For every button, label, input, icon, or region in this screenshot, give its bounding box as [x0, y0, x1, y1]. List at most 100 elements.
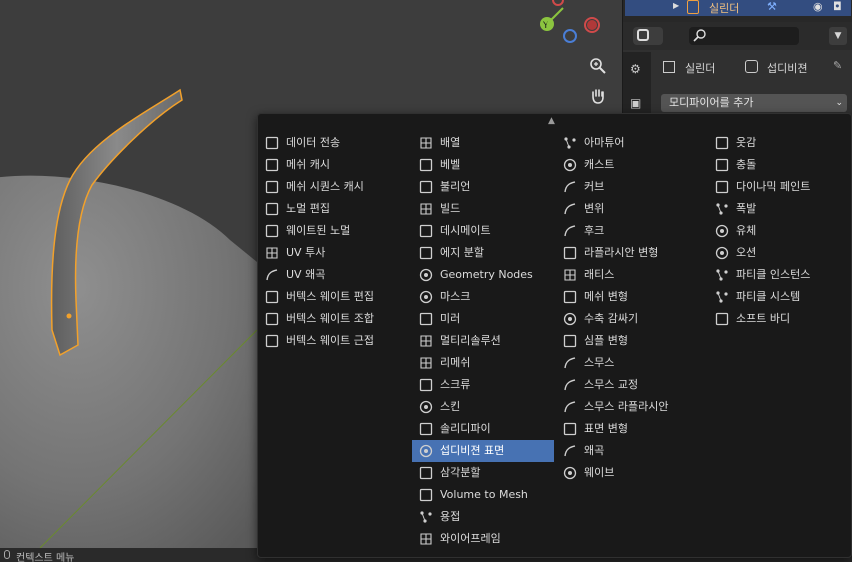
render-camera-icon[interactable]: ◘ — [833, 0, 842, 13]
options-dropdown[interactable]: ▼ — [829, 27, 847, 45]
menu-item[interactable]: 아마튜어 — [556, 132, 698, 154]
menu-item[interactable]: 캐스트 — [556, 154, 698, 176]
menu-item[interactable]: 데이터 전송 — [258, 132, 400, 154]
menu-item[interactable]: 에지 분할 — [412, 242, 554, 264]
solidify-icon — [419, 422, 433, 436]
menu-item[interactable]: 메쉬 시퀀스 캐시 — [258, 176, 400, 198]
explode-icon — [716, 203, 728, 215]
menu-item[interactable]: 스무스 — [556, 352, 698, 374]
menu-item[interactable]: 베벨 — [412, 154, 554, 176]
menu-item-label: 스무스 — [584, 356, 615, 369]
menu-item[interactable]: 버텍스 웨이트 근접 — [258, 330, 400, 352]
menu-item[interactable]: 미러 — [412, 308, 554, 330]
pan-button[interactable] — [585, 83, 611, 109]
vertex-weight-mix-icon — [265, 312, 279, 326]
add-modifier-menu[interactable]: ▲ 데이터 전송 메쉬 캐시 메쉬 시퀀스 캐시 노멀 편집웨이트된 노멀 UV 투사 U… — [257, 113, 852, 558]
menu-item[interactable]: 배열 — [412, 132, 554, 154]
particle-instance-icon — [716, 269, 728, 281]
menu-item-label: 빌드 — [440, 202, 461, 215]
menu-item[interactable]: 왜곡 — [556, 440, 698, 462]
menu-item[interactable]: 심플 변형 — [556, 330, 698, 352]
menu-item[interactable]: 파티클 인스턴스 — [708, 264, 850, 286]
shrinkwrap-icon — [563, 312, 577, 326]
object-header: 실린더 섭디비젼 ✎ — [661, 58, 851, 78]
menu-item[interactable]: UV 투사 — [258, 242, 400, 264]
mesh-cache-icon — [265, 158, 279, 172]
menu-item[interactable]: 폭발 — [708, 198, 850, 220]
menu-item[interactable]: 빌드 — [412, 198, 554, 220]
menu-item[interactable]: 파티클 시스템 — [708, 286, 850, 308]
menu-item[interactable]: 멀티리솔루션 — [412, 330, 554, 352]
menu-item[interactable]: 메쉬 변형 — [556, 286, 698, 308]
menu-item[interactable]: 메쉬 캐시 — [258, 154, 400, 176]
zoom-button[interactable] — [585, 53, 611, 79]
menu-item[interactable]: 용접 — [412, 506, 554, 528]
wave-icon — [563, 466, 577, 480]
menu-item-label: 버텍스 웨이트 조합 — [286, 312, 374, 325]
menu-item-label: 충돌 — [736, 158, 757, 171]
outliner[interactable]: ▶ 실린더 ⚒ ◉ ◘ — [622, 0, 852, 22]
menu-item[interactable]: 섭디비젼 표면 — [412, 440, 554, 462]
render-tab-icon[interactable]: ▣ — [630, 96, 641, 110]
scroll-up-arrow-icon[interactable]: ▲ — [548, 116, 555, 126]
wireframe-icon — [420, 533, 432, 545]
outliner-object-name: 실린더 — [709, 2, 740, 15]
expand-arrow-icon[interactable]: ▶ — [673, 1, 679, 10]
modifier-wrench-icon[interactable]: ⚒ — [767, 0, 777, 13]
menu-item[interactable]: 후크 — [556, 220, 698, 242]
editor-type-button[interactable] — [633, 27, 663, 45]
menu-item-label: UV 투사 — [286, 246, 326, 259]
vertex-weight-proximity-icon — [265, 334, 279, 348]
triangulate-icon — [419, 466, 433, 480]
menu-item[interactable]: 마스크 — [412, 286, 554, 308]
menu-item[interactable]: 스킨 — [412, 396, 554, 418]
menu-item[interactable]: 삼각분할 — [412, 462, 554, 484]
menu-item[interactable]: 노멀 편집 — [258, 198, 400, 220]
menu-item[interactable]: 옷감 — [708, 132, 850, 154]
menu-item[interactable]: 스무스 라플라시안 — [556, 396, 698, 418]
menu-item-label: 래티스 — [584, 268, 615, 281]
menu-item[interactable]: 웨이트된 노멀 — [258, 220, 400, 242]
visibility-eye-icon[interactable]: ◉ — [813, 0, 823, 13]
hand-icon — [592, 89, 604, 104]
cloth-icon — [715, 136, 729, 150]
mirror-icon — [419, 312, 433, 326]
properties-search-input[interactable] — [689, 27, 799, 45]
menu-item[interactable]: 리메쉬 — [412, 352, 554, 374]
menu-item[interactable]: 변위 — [556, 198, 698, 220]
tool-tab-icon[interactable]: ⚙ — [630, 62, 641, 76]
menu-item[interactable]: 불리언 — [412, 176, 554, 198]
normal-edit-icon — [265, 202, 279, 216]
menu-item[interactable]: 소프트 바디 — [708, 308, 850, 330]
bevel-icon — [419, 158, 433, 172]
menu-item[interactable]: 스무스 교정 — [556, 374, 698, 396]
vertex-weight-edit-icon — [265, 290, 279, 304]
menu-item[interactable]: 다이나믹 페인트 — [708, 176, 850, 198]
menu-item[interactable]: UV 왜곡 — [258, 264, 400, 286]
menu-item-label: 에지 분할 — [440, 246, 484, 259]
menu-item[interactable]: 와이어프레임 — [412, 528, 554, 550]
menu-item[interactable]: 표면 변형 — [556, 418, 698, 440]
menu-item[interactable]: 웨이브 — [556, 462, 698, 484]
subdivision-surface-icon — [419, 444, 433, 458]
menu-item-label: 웨이트된 노멀 — [286, 224, 351, 237]
menu-item[interactable]: 커브 — [556, 176, 698, 198]
menu-item[interactable]: 오션 — [708, 242, 850, 264]
menu-item[interactable]: 유체 — [708, 220, 850, 242]
menu-item[interactable]: Volume to Mesh — [412, 484, 554, 506]
menu-item[interactable]: Geometry Nodes — [412, 264, 554, 286]
menu-item[interactable]: 버텍스 웨이트 편집 — [258, 286, 400, 308]
add-modifier-button[interactable]: 모디파이어를 추가 ⌄ — [661, 94, 847, 112]
pin-icon[interactable]: ✎ — [833, 59, 842, 72]
menu-item[interactable]: 데시메이트 — [412, 220, 554, 242]
menu-item[interactable]: 버텍스 웨이트 조합 — [258, 308, 400, 330]
menu-item[interactable]: 솔리디파이 — [412, 418, 554, 440]
smooth-laplacian-icon — [564, 401, 576, 413]
menu-item-label: 미러 — [440, 312, 461, 325]
menu-item[interactable]: 래티스 — [556, 264, 698, 286]
outliner-row-cylinder[interactable]: ▶ 실린더 ⚒ ◉ ◘ — [625, 0, 851, 16]
menu-item[interactable]: 라플라시안 변형 — [556, 242, 698, 264]
menu-item[interactable]: 충돌 — [708, 154, 850, 176]
menu-item[interactable]: 스크류 — [412, 374, 554, 396]
menu-item[interactable]: 수축 감싸기 — [556, 308, 698, 330]
